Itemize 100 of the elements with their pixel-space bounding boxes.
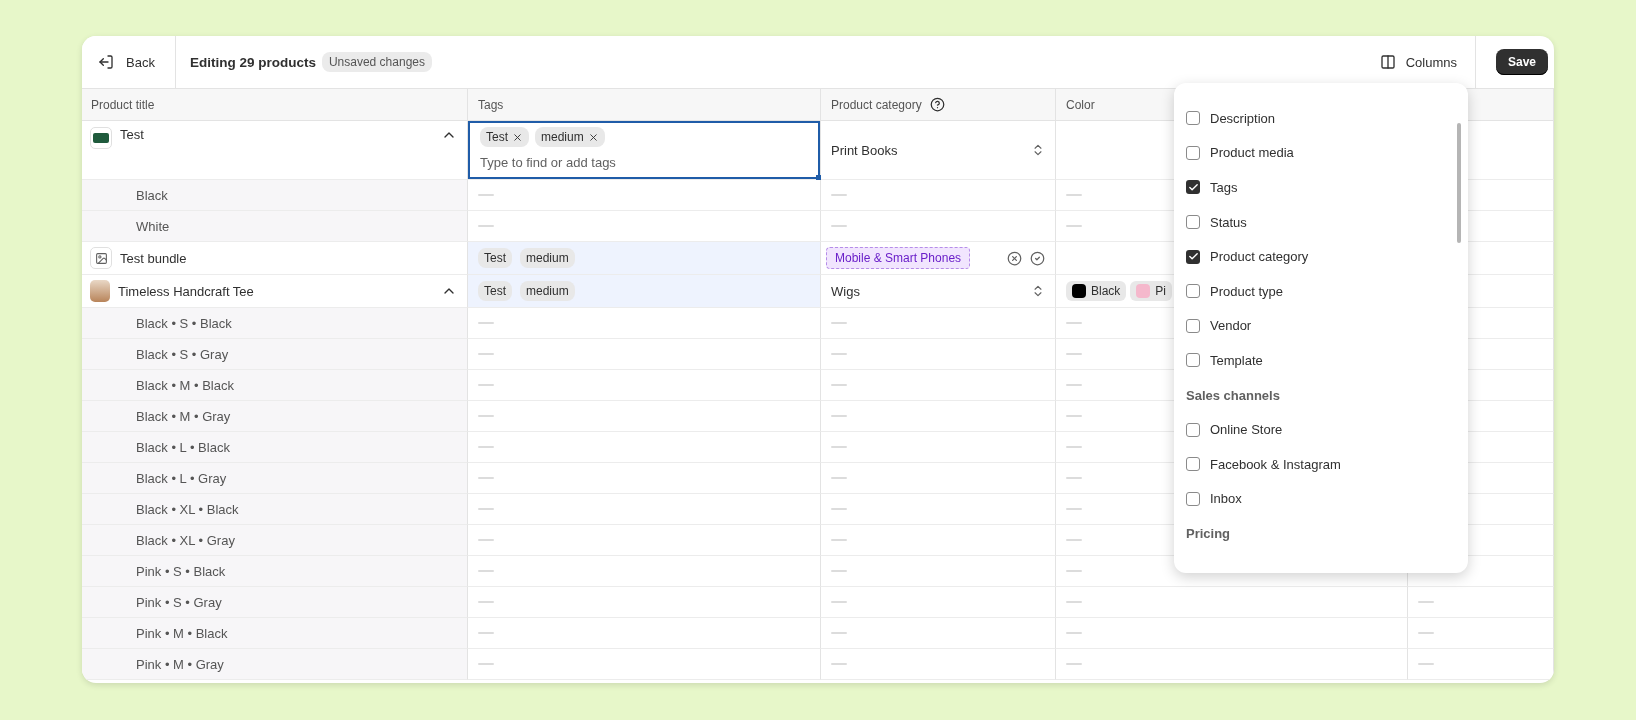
variant-title: Pink • S • Black <box>136 563 227 579</box>
empty-dash <box>1418 601 1434 603</box>
help-icon[interactable] <box>929 97 945 112</box>
remove-icon[interactable] <box>512 131 523 143</box>
column-option[interactable]: Product category <box>1186 239 1468 274</box>
column-option[interactable]: Template <box>1186 343 1468 378</box>
empty-dash <box>478 194 494 196</box>
remove-icon[interactable] <box>587 131 599 143</box>
checkbox[interactable] <box>1186 353 1200 368</box>
variant-title: Pink • S • Gray <box>136 594 223 610</box>
tag: Test <box>478 248 512 268</box>
empty-dash <box>831 415 847 417</box>
empty-dash <box>478 601 494 603</box>
checkbox[interactable] <box>1186 318 1200 333</box>
column-option[interactable]: Description <box>1186 101 1468 136</box>
color-chip: Black <box>1066 281 1127 301</box>
empty-dash <box>1066 415 1082 417</box>
color-chip: Pi <box>1130 281 1172 301</box>
logo-thumbnail <box>90 127 112 149</box>
empty-dash <box>831 322 847 324</box>
menu-section-heading: Pricing <box>1186 524 1232 543</box>
column-title: Tags <box>478 97 504 112</box>
save-button[interactable]: Save <box>1495 49 1548 75</box>
product-title: Test <box>120 127 145 142</box>
variant-title: Black • M • Black <box>136 377 235 393</box>
checkbox[interactable] <box>1186 284 1200 299</box>
empty-dash <box>478 663 494 665</box>
empty-dash <box>831 539 847 541</box>
empty-dash <box>1066 663 1082 665</box>
variant-title: Black • XL • Black <box>136 501 240 517</box>
empty-dash <box>831 384 847 386</box>
scrollbar-thumb[interactable] <box>1457 123 1461 243</box>
variant-title: Black • L • Black <box>136 439 231 455</box>
tags-cell[interactable]: Test medium <box>468 242 821 275</box>
accept-icon[interactable] <box>1030 250 1045 266</box>
back-button[interactable]: Back <box>82 36 176 88</box>
empty-dash <box>1066 225 1082 227</box>
exit-icon <box>98 54 114 70</box>
empty-dash <box>478 570 494 572</box>
empty-dash <box>478 539 494 541</box>
reject-icon[interactable] <box>1007 250 1022 266</box>
empty-dash <box>1066 353 1082 355</box>
empty-dash <box>478 508 494 510</box>
empty-dash <box>478 322 494 324</box>
columns-icon <box>1379 54 1396 70</box>
tag: Test <box>478 281 512 301</box>
empty-dash <box>1066 446 1082 448</box>
column-option[interactable]: Online Store <box>1186 412 1468 447</box>
column-option[interactable]: Inbox <box>1186 481 1468 517</box>
variant-title: Black <box>136 187 169 203</box>
menu-section-heading: Sales channels <box>1186 386 1281 405</box>
empty-dash <box>831 663 847 665</box>
category-select[interactable]: Wigs <box>821 275 1056 308</box>
column-option[interactable]: Facebook & Instagram <box>1186 446 1468 482</box>
empty-dash <box>1418 663 1434 665</box>
column-title: Product category <box>831 97 922 112</box>
columns-button[interactable]: Columns <box>1361 36 1476 88</box>
checkbox[interactable] <box>1186 457 1200 472</box>
tags-cell[interactable]: Test medium Type to find or add tags <box>468 121 821 180</box>
checkbox[interactable] <box>1186 422 1200 437</box>
empty-dash <box>831 194 847 196</box>
column-title: Color <box>1066 97 1095 112</box>
empty-dash <box>831 353 847 355</box>
column-option[interactable]: Vendor <box>1186 308 1468 344</box>
checkbox[interactable] <box>1186 145 1200 160</box>
empty-dash <box>1066 570 1082 572</box>
empty-dash <box>831 446 847 448</box>
tags-cell[interactable]: Test medium <box>468 275 821 308</box>
empty-dash <box>478 415 494 417</box>
checkbox[interactable] <box>1186 111 1200 126</box>
empty-dash <box>478 477 494 479</box>
column-option[interactable]: Tags <box>1186 170 1468 205</box>
empty-dash <box>1066 539 1082 541</box>
empty-dash <box>831 601 847 603</box>
empty-dash <box>1066 384 1082 386</box>
checkbox[interactable] <box>1186 215 1200 230</box>
column-option[interactable]: Product type <box>1186 273 1468 309</box>
empty-dash <box>831 508 847 510</box>
variant-title: Black • S • Black <box>136 315 233 331</box>
category-select[interactable]: Print Books <box>821 121 1056 180</box>
empty-dash <box>478 446 494 448</box>
checkbox[interactable] <box>1186 249 1200 264</box>
variant-title: Pink • M • Gray <box>136 656 225 672</box>
tag: medium <box>520 281 575 301</box>
variant-title: Black • XL • Gray <box>136 532 236 548</box>
column-option[interactable]: Status <box>1186 204 1468 240</box>
empty-dash <box>831 570 847 572</box>
column-option[interactable]: Product media <box>1186 135 1468 171</box>
column-title: Product title <box>91 97 155 112</box>
variant-title: Black • L • Gray <box>136 470 228 486</box>
checkbox[interactable] <box>1186 180 1200 195</box>
variant-title: Pink • M • Black <box>136 625 229 641</box>
status-badge: Unsaved changes <box>321 52 432 72</box>
variant-title: White <box>136 218 171 234</box>
empty-dash <box>1066 601 1082 603</box>
empty-dash <box>478 353 494 355</box>
empty-dash <box>1418 632 1434 634</box>
checkbox[interactable] <box>1186 491 1200 506</box>
empty-dash <box>478 384 494 386</box>
tag: medium <box>535 127 605 147</box>
